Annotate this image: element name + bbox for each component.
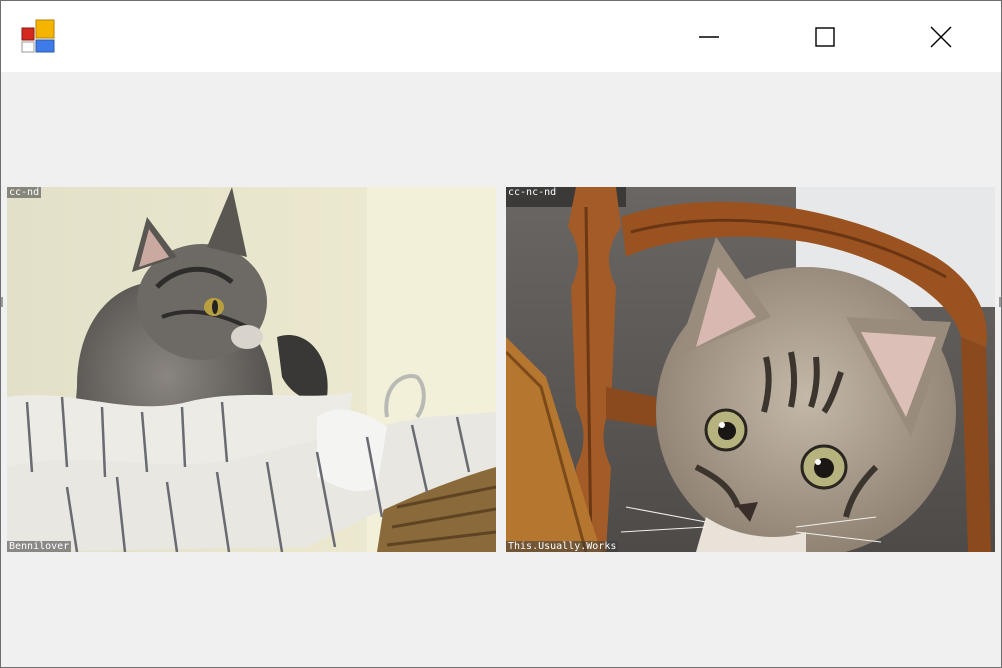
minimize-button[interactable] <box>651 1 767 72</box>
close-icon <box>930 26 952 47</box>
author-label: Bennilover <box>7 541 72 552</box>
photo-cat-in-basket[interactable]: cc-nd Bennilover <box>7 187 496 552</box>
app-icon <box>21 19 55 53</box>
app-window: cc-nd Bennilover cc-nc-nd This.Usually.W… <box>0 0 1002 668</box>
license-label: cc-nc-nd <box>506 187 559 198</box>
client-area: cc-nd Bennilover cc-nc-nd This.Usually.W… <box>1 72 1001 667</box>
license-label: cc-nd <box>7 187 42 198</box>
cat-in-basket-image <box>7 187 496 552</box>
photo-kitten-on-chair[interactable]: cc-nc-nd This.Usually.Works <box>506 187 995 552</box>
author-label: This.Usually.Works <box>506 541 619 552</box>
minimize-icon <box>699 35 719 38</box>
right-edge-marker <box>999 297 1001 307</box>
kitten-on-chair-image <box>506 187 995 552</box>
title-bar[interactable] <box>1 1 1001 72</box>
maximize-button[interactable] <box>767 1 883 72</box>
maximize-icon <box>815 26 835 47</box>
left-edge-marker <box>1 297 3 307</box>
close-button[interactable] <box>883 1 999 72</box>
